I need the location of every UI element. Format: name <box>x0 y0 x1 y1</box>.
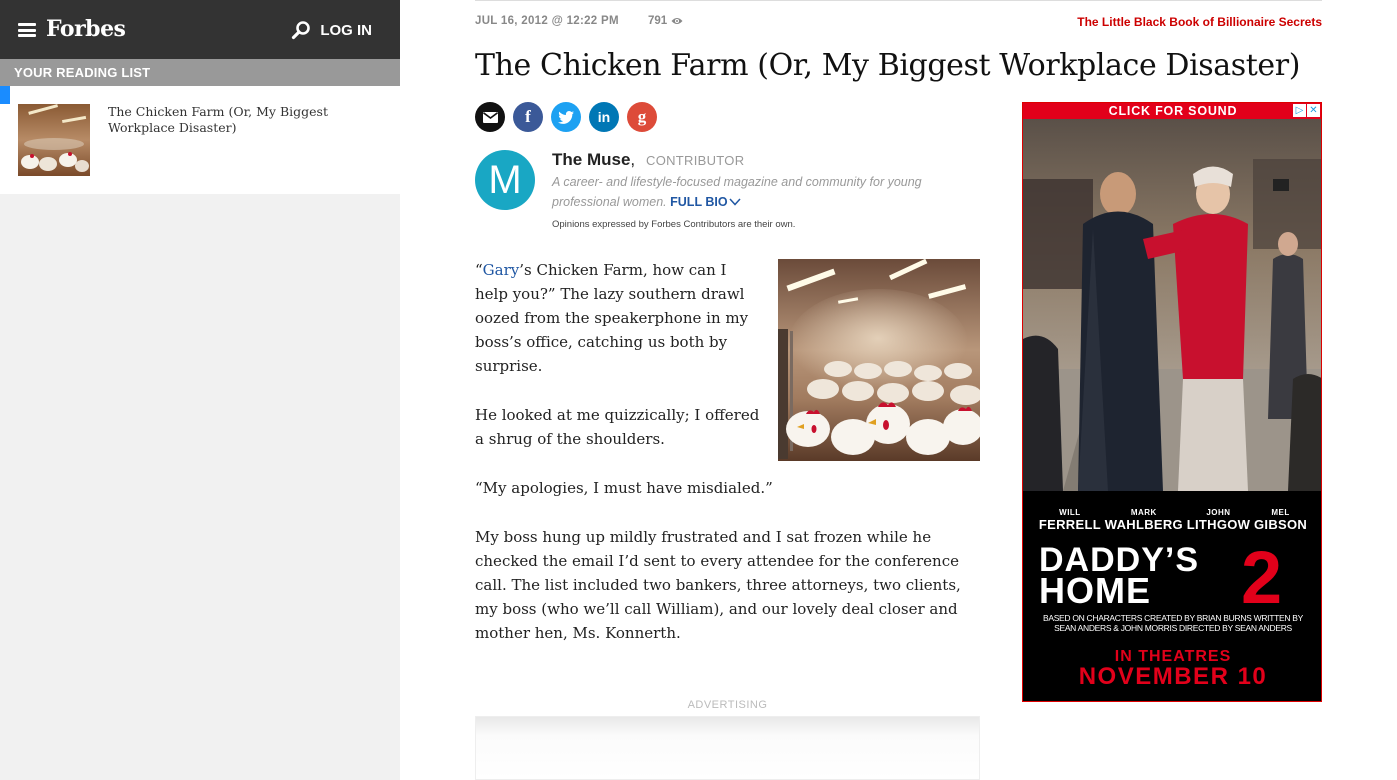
cast-last-name: LITHGOW <box>1186 517 1251 532</box>
reading-list-item[interactable]: The Chicken Farm (Or, My Biggest Workpla… <box>0 86 400 194</box>
author-role: CONTRIBUTOR <box>646 153 745 168</box>
forbes-logo[interactable]: Forbes <box>46 16 126 42</box>
cast-list: WILL FERRELL MARK WAHLBERG JOHN LITHGOW MEL… <box>1023 508 1321 532</box>
publish-date: JUL 16, 2012 @ 12:22 PM <box>475 15 619 27</box>
cast-last-name: WAHLBERG <box>1104 517 1183 532</box>
login-button[interactable]: LOG IN <box>291 20 372 40</box>
article-paragraph: He looked at me quizzically; I offered a… <box>475 406 760 448</box>
cast-first-name: JOHN <box>1206 508 1231 517</box>
cast-first-name: WILL <box>1059 508 1081 517</box>
contributor-disclaimer: Opinions expressed by Forbes Contributor… <box>552 219 796 230</box>
article-paragraph: “My apologies, I must have misdialed.” <box>475 479 773 497</box>
reading-list-header: YOUR READING LIST <box>0 59 400 86</box>
linkedin-icon: in <box>597 109 611 125</box>
google-plus-share-button[interactable]: g <box>627 102 657 132</box>
close-icon[interactable]: ✕ <box>1307 104 1320 117</box>
view-count: 791 <box>648 15 683 27</box>
reading-list-item-title[interactable]: The Chicken Farm (Or, My Biggest Workpla… <box>108 104 368 136</box>
advertising-label: ADVERTISING <box>687 699 768 711</box>
movie-ad-banner[interactable]: CLICK FOR SOUND ▷ ✕ WILL FERRELL MARK WA… <box>1022 102 1322 702</box>
cast-member: JOHN LITHGOW <box>1187 508 1250 532</box>
linkedin-share-button[interactable]: in <box>589 102 619 132</box>
article-paragraph: “Gary’s Chicken Farm, how can I help you… <box>475 258 760 378</box>
movie-number: 2 <box>1241 539 1282 609</box>
author-name-separator: , <box>630 150 636 169</box>
author-name-wrap: The Muse, <box>552 150 635 170</box>
cast-last-name: FERRELL <box>1038 517 1101 532</box>
open-quote: “ <box>475 261 483 279</box>
search-icon[interactable] <box>291 20 311 40</box>
author-avatar[interactable]: M <box>475 150 535 210</box>
ad-controls: ▷ ✕ <box>1292 104 1320 117</box>
article-meta-bar: JUL 16, 2012 @ 12:22 PM 791 The Little B… <box>475 0 1322 40</box>
inline-ad-slot[interactable] <box>475 716 980 780</box>
cast-member: MEL GIBSON <box>1254 508 1307 532</box>
twitter-icon <box>558 110 574 124</box>
twitter-share-button[interactable] <box>551 102 581 132</box>
cast-member: WILL FERRELL <box>1039 508 1101 532</box>
menu-icon[interactable] <box>18 23 36 37</box>
email-icon <box>482 111 498 123</box>
view-count-value: 791 <box>648 15 668 27</box>
cast-last-name: GIBSON <box>1254 517 1308 532</box>
article-title: The Chicken Farm (Or, My Biggest Workpla… <box>475 48 1301 83</box>
login-label[interactable]: LOG IN <box>320 22 372 39</box>
chevron-down-icon[interactable] <box>728 198 741 206</box>
author-bio: A career- and lifestyle-focused magazine… <box>552 172 972 212</box>
eye-icon <box>671 18 683 24</box>
current-item-marker <box>0 86 10 104</box>
article-paragraph: My boss hung up mildly frustrated and I … <box>475 528 961 642</box>
top-nav-bar: Forbes LOG IN <box>0 0 400 59</box>
full-bio-link[interactable]: FULL BIO <box>670 195 741 209</box>
author-name[interactable]: The Muse <box>552 150 630 169</box>
movie-credits: BASED ON CHARACTERS CREATED BY BRIAN BUR… <box>1042 613 1304 633</box>
share-bar: f in g <box>475 102 665 132</box>
facebook-icon: f <box>525 107 531 126</box>
adchoices-icon[interactable]: ▷ <box>1293 104 1306 117</box>
cast-first-name: MARK <box>1130 508 1157 517</box>
chicken-farm-image[interactable] <box>778 259 980 461</box>
movie-title-logo: DADDY’S HOME 2 <box>1023 536 1321 619</box>
cast-member: MARK WAHLBERG <box>1105 508 1183 532</box>
google-plus-icon: g <box>637 107 647 126</box>
click-for-sound-bar[interactable]: CLICK FOR SOUND <box>1023 103 1321 119</box>
cast-first-name: MEL <box>1271 508 1290 517</box>
facebook-share-button[interactable]: f <box>513 102 543 132</box>
movie-title-line2: HOME <box>1039 570 1151 609</box>
email-share-button[interactable] <box>475 102 505 132</box>
release-date: NOVEMBER 10 <box>1078 663 1268 690</box>
promo-link[interactable]: The Little Black Book of Billionaire Sec… <box>1077 15 1322 29</box>
gary-link[interactable]: Gary <box>483 261 520 279</box>
full-bio-label[interactable]: FULL BIO <box>670 195 727 209</box>
sidebar: Forbes LOG IN YOUR READING LIST The Chic… <box>0 0 400 780</box>
ad-scene-image[interactable] <box>1023 119 1321 491</box>
reading-list-thumbnail[interactable] <box>18 104 90 176</box>
